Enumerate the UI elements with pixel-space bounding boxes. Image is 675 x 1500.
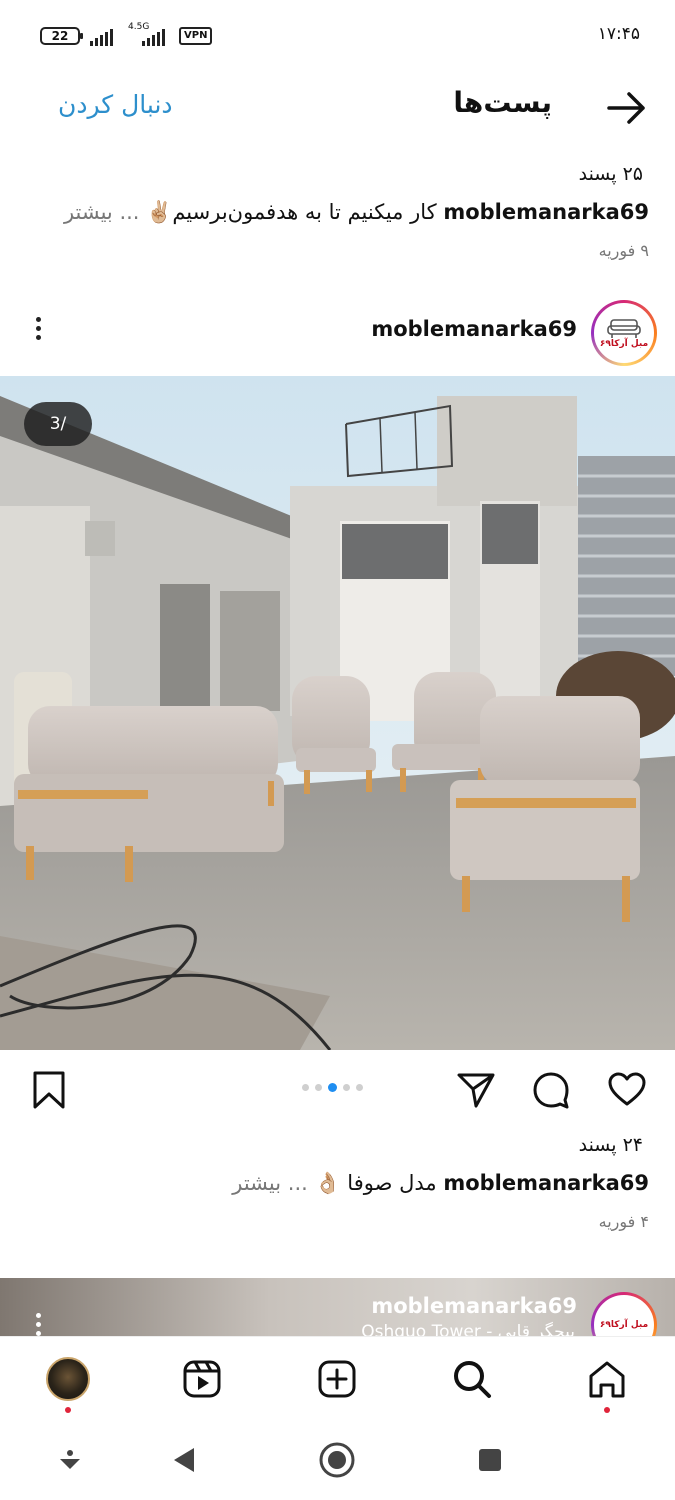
search-icon bbox=[454, 1361, 491, 1398]
post-caption: moblemanarka69 مدل صوفا 👌🏼 ... بیشتر bbox=[49, 1171, 649, 1196]
plus-square-icon bbox=[318, 1360, 356, 1398]
previous-post-date: ۹ فوریه bbox=[598, 241, 649, 260]
carousel-dot bbox=[315, 1084, 322, 1091]
more-link[interactable]: ... بیشتر bbox=[64, 200, 140, 224]
carousel-indicator bbox=[302, 1083, 363, 1092]
status-bar: 22 4.5G VPN ۱۷:۴۵ bbox=[0, 0, 675, 70]
caption-username[interactable]: moblemanarka69 bbox=[443, 1171, 649, 1195]
next-post-username[interactable]: moblemanarka69 bbox=[371, 1294, 577, 1318]
save-button[interactable] bbox=[30, 1070, 70, 1110]
reels-icon bbox=[183, 1360, 221, 1398]
avatar-brand-text: مبل آرکا۶۹ bbox=[599, 339, 649, 349]
profile-avatar-icon bbox=[46, 1357, 90, 1401]
more-options-icon[interactable] bbox=[30, 314, 46, 344]
back-system-button[interactable] bbox=[165, 1440, 205, 1480]
carousel-dot bbox=[356, 1084, 363, 1091]
next-post-header[interactable]: مبل آرکا۶۹ moblemanarka69 Oshquo Tower -… bbox=[0, 1278, 675, 1338]
post-image[interactable]: 3/ bbox=[0, 376, 675, 1050]
system-nav bbox=[0, 1422, 675, 1500]
assistant-button[interactable] bbox=[50, 1440, 90, 1480]
post-likes[interactable]: ۲۴ پسند bbox=[579, 1134, 643, 1156]
signal-icon-2 bbox=[142, 26, 165, 46]
arrow-right-icon bbox=[607, 92, 645, 124]
carousel-counter: 3/ bbox=[24, 402, 92, 446]
clock: ۱۷:۴۵ bbox=[597, 24, 640, 44]
nav-create[interactable] bbox=[313, 1355, 361, 1403]
caption-username[interactable]: moblemanarka69 bbox=[443, 200, 649, 224]
furniture-photo bbox=[0, 376, 675, 1050]
nav-home[interactable] bbox=[583, 1355, 631, 1413]
page-title: پست‌ها bbox=[453, 86, 552, 119]
nav-search[interactable] bbox=[448, 1355, 496, 1403]
bottom-nav bbox=[0, 1336, 675, 1422]
battery-icon: 22 bbox=[40, 27, 83, 45]
previous-post-likes[interactable]: ۲۵ پسند bbox=[579, 163, 643, 185]
triangle-back-icon bbox=[174, 1448, 194, 1472]
bookmark-icon bbox=[33, 1071, 65, 1109]
keyboard-down-icon bbox=[60, 1450, 80, 1469]
nav-profile[interactable] bbox=[44, 1355, 92, 1413]
like-button[interactable] bbox=[607, 1070, 647, 1110]
notification-dot bbox=[65, 1407, 71, 1413]
post-date: ۴ فوریه bbox=[598, 1212, 649, 1231]
caption-text: مدل صوفا 👌🏼 bbox=[314, 1171, 444, 1195]
sofa-logo-icon bbox=[607, 319, 641, 338]
avatar[interactable]: مبل آرکا۶۹ bbox=[591, 1292, 657, 1338]
caption-text: کار میکنیم تا به هدفمون‌برسیم✌🏼 bbox=[146, 200, 444, 224]
vpn-badge: VPN bbox=[179, 27, 213, 45]
more-link[interactable]: ... بیشتر bbox=[232, 1171, 308, 1195]
comment-icon bbox=[533, 1072, 569, 1109]
post-actions bbox=[0, 1058, 675, 1120]
nav-reels[interactable] bbox=[178, 1355, 226, 1403]
more-options-icon[interactable] bbox=[30, 1310, 46, 1338]
carousel-dot bbox=[302, 1084, 309, 1091]
send-icon bbox=[457, 1073, 495, 1108]
heart-icon bbox=[608, 1072, 646, 1106]
carousel-dot-active bbox=[328, 1083, 337, 1092]
avatar-brand-text: مبل آرکا۶۹ bbox=[599, 1320, 649, 1330]
previous-post-caption: moblemanarka69 کار میکنیم تا به هدفمون‌ب… bbox=[49, 200, 649, 225]
follow-button[interactable]: دنبال کردن bbox=[58, 90, 173, 119]
square-recents-icon bbox=[479, 1449, 501, 1471]
signal-icon bbox=[90, 26, 113, 46]
home-icon bbox=[589, 1361, 625, 1398]
share-button[interactable] bbox=[456, 1070, 496, 1110]
notification-dot bbox=[604, 1407, 610, 1413]
home-system-button[interactable] bbox=[317, 1440, 357, 1480]
circle-home-icon bbox=[319, 1442, 355, 1478]
post-username[interactable]: moblemanarka69 bbox=[371, 317, 577, 341]
recents-system-button[interactable] bbox=[470, 1440, 510, 1480]
carousel-dot bbox=[343, 1084, 350, 1091]
comment-button[interactable] bbox=[531, 1070, 571, 1110]
avatar[interactable]: مبل آرکا۶۹ bbox=[591, 300, 657, 366]
back-button[interactable] bbox=[605, 88, 649, 128]
header: پست‌ها دنبال کردن bbox=[0, 70, 675, 150]
post-header: مبل آرکا۶۹ moblemanarka69 bbox=[0, 292, 675, 372]
